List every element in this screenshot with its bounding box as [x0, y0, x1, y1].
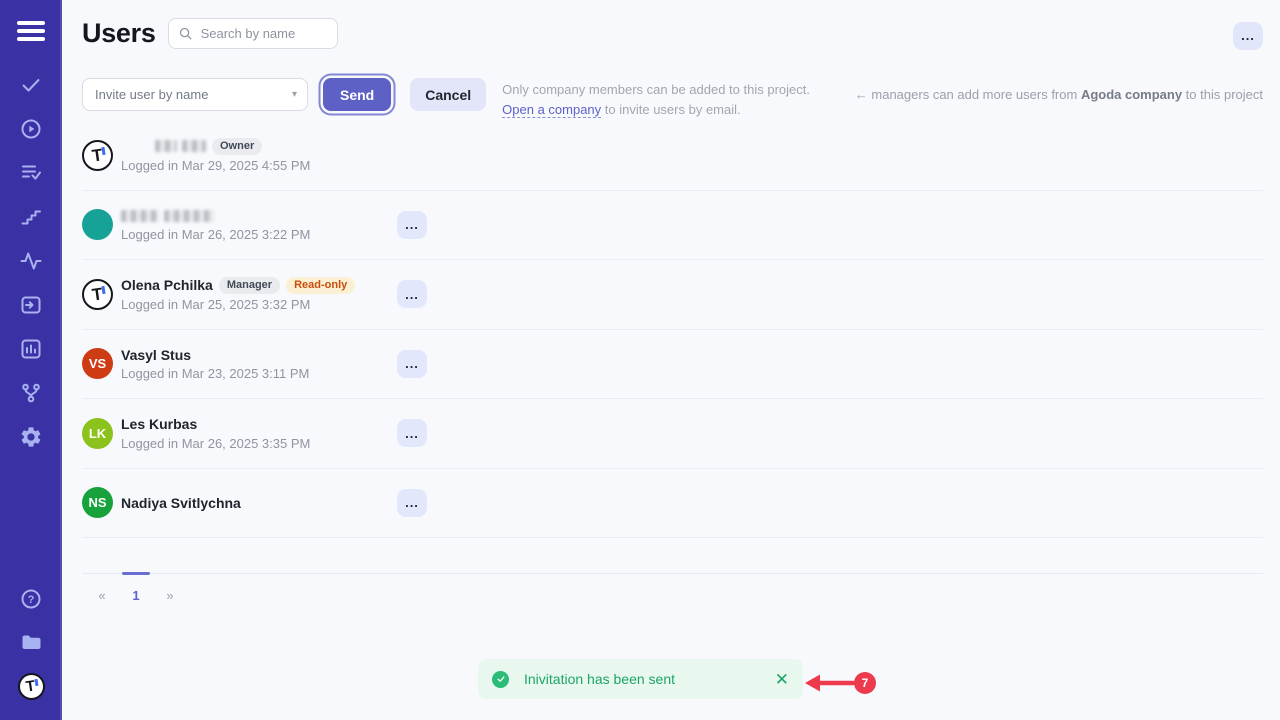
svg-text:?: ? [28, 594, 35, 606]
user-row: VS Vasyl Stus Logged in Mar 23, 2025 3:1… [82, 330, 1263, 400]
search-box [168, 18, 338, 49]
page-title: Users [82, 18, 156, 49]
avatar: VS [82, 348, 113, 379]
avatar: T [82, 140, 113, 171]
avatar: LK [82, 418, 113, 449]
send-button[interactable]: Send [323, 78, 391, 111]
role-badge: Owner [212, 138, 262, 155]
last-login: Logged in Mar 29, 2025 4:55 PM [121, 158, 310, 173]
avatar: NS [82, 487, 113, 518]
branch-icon[interactable] [19, 381, 43, 405]
activity-icon[interactable] [19, 249, 43, 273]
play-circle-icon[interactable] [19, 117, 43, 141]
row-more-button[interactable]: ... [397, 350, 427, 378]
redacted-name [121, 210, 214, 222]
search-icon [178, 26, 193, 41]
user-name: Vasyl Stus [121, 347, 191, 363]
invite-bar: Invite user by name ▾ Send Cancel Only c… [82, 78, 1263, 120]
user-name: Les Kurbas [121, 416, 197, 432]
row-more-button[interactable]: ... [397, 489, 427, 517]
last-login: Logged in Mar 26, 2025 3:35 PM [121, 436, 310, 451]
folder-icon[interactable] [19, 630, 43, 654]
last-login: Logged in Mar 23, 2025 3:11 PM [121, 366, 309, 381]
avatar: T [82, 279, 113, 310]
chevron-down-icon: ▾ [292, 89, 297, 100]
steps-icon[interactable] [19, 205, 43, 229]
gear-icon[interactable] [19, 425, 43, 449]
annotation-arrow-icon [804, 671, 856, 695]
pagination-prev[interactable]: « [88, 574, 116, 603]
login-box-icon[interactable] [19, 293, 43, 317]
pagination: « 1 » [82, 573, 1263, 603]
annotation-number-badge: 7 [854, 672, 876, 694]
help-circle-icon[interactable]: ? [19, 587, 43, 611]
check-icon[interactable] [19, 73, 43, 97]
user-name: Olena Pchilka [121, 277, 213, 293]
row-more-button[interactable]: ... [397, 419, 427, 447]
user-row: LK Les Kurbas Logged in Mar 26, 2025 3:3… [82, 399, 1263, 469]
page-more-button[interactable]: ... [1233, 22, 1263, 50]
readonly-badge: Read-only [286, 277, 355, 294]
last-login: Logged in Mar 26, 2025 3:22 PM [121, 227, 310, 242]
sidebar: ? T [0, 0, 62, 720]
toast-notification: Inivitation has been sent ✕ [478, 659, 803, 699]
sidebar-bottom: ? T [0, 587, 62, 700]
managers-side-note: ← managers can add more users from Agoda… [855, 78, 1263, 102]
avatar [82, 209, 113, 240]
pagination-next[interactable]: » [156, 574, 184, 603]
sidebar-nav [0, 73, 62, 449]
user-row: T Owner Logged in Mar 29, 2025 4:55 PM [82, 121, 1263, 191]
success-check-icon [492, 671, 509, 688]
bar-chart-icon[interactable] [19, 337, 43, 361]
invite-select-value: Invite user by name [95, 87, 208, 102]
page-header: Users [82, 18, 338, 49]
open-company-link[interactable]: Open a company [502, 102, 601, 118]
cancel-button[interactable]: Cancel [410, 78, 486, 111]
main-content: Users ... Invite user by name ▾ Send Can… [62, 0, 1280, 720]
user-row: Logged in Mar 26, 2025 3:22 PM ... [82, 191, 1263, 261]
toast-close-icon[interactable]: ✕ [775, 671, 789, 688]
user-list: T Owner Logged in Mar 29, 2025 4:55 PM L… [82, 121, 1263, 538]
pagination-page-1[interactable]: 1 [122, 574, 150, 603]
user-name: Nadiya Svitlychna [121, 495, 241, 511]
hamburger-menu-icon[interactable] [17, 21, 45, 41]
last-login: Logged in Mar 25, 2025 3:32 PM [121, 297, 355, 312]
redacted-name [155, 140, 206, 152]
toast-message: Inivitation has been sent [524, 671, 675, 687]
user-row: NS Nadiya Svitlychna ... [82, 469, 1263, 539]
list-check-icon[interactable] [19, 161, 43, 185]
role-badge: Manager [219, 277, 280, 294]
invite-note: Only company members can be added to thi… [502, 78, 810, 120]
row-more-button[interactable]: ... [397, 280, 427, 308]
search-input[interactable] [168, 18, 338, 49]
app-logo[interactable]: T [18, 673, 45, 700]
user-row: T Olena Pchilka Manager Read-only Logged… [82, 260, 1263, 330]
row-more-button[interactable]: ... [397, 211, 427, 239]
invite-user-select[interactable]: Invite user by name ▾ [82, 78, 308, 111]
